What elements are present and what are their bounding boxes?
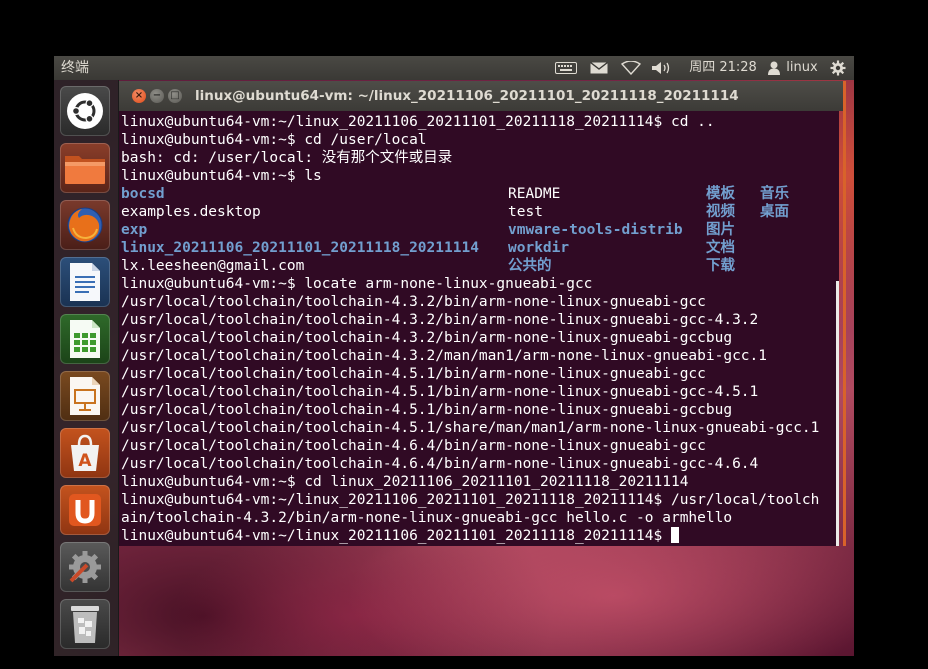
- terminal-line: /usr/local/toolchain/toolchain-4.6.4/bin…: [121, 456, 759, 472]
- terminal-line: /usr/local/toolchain/toolchain-4.3.2/bin…: [121, 312, 759, 328]
- scrollbar[interactable]: [836, 281, 839, 546]
- terminal-line: linux@ubuntu64-vm:~$ ls: [121, 168, 322, 184]
- ls-entry: vmware-tools-distrib: [508, 222, 683, 238]
- active-app-title: 终端: [61, 60, 89, 76]
- launcher-trash[interactable]: [60, 599, 110, 649]
- maximize-button[interactable]: □: [168, 89, 182, 103]
- ls-entry: 视频: [706, 204, 735, 220]
- calc-spreadsheet-icon: [70, 320, 100, 358]
- network-icon[interactable]: [620, 56, 642, 80]
- folder-icon: [65, 156, 105, 184]
- ls-entry: bocsd: [121, 186, 165, 202]
- close-icon: ×: [134, 90, 144, 101]
- terminal-line: /usr/local/toolchain/toolchain-4.3.2/bin…: [121, 330, 733, 346]
- window-titlebar[interactable]: × − □ linux@ubuntu64-vm: ~/linux_2021110…: [119, 81, 843, 111]
- svg-text:A: A: [78, 451, 92, 471]
- terminal-line: ain/toolchain-4.3.2/bin/arm-none-linux-g…: [121, 510, 733, 526]
- terminal-line: linux@ubuntu64-vm:~$ cd linux_20211106_2…: [121, 474, 689, 490]
- ls-entry: test: [508, 204, 543, 220]
- ls-entry: 音乐: [760, 186, 789, 202]
- minimize-button[interactable]: −: [150, 89, 164, 103]
- terminal-line: /usr/local/toolchain/toolchain-4.6.4/bin…: [121, 438, 706, 454]
- launcher-libreoffice-impress[interactable]: [60, 371, 110, 421]
- ls-entry: exp: [121, 222, 148, 238]
- top-panel: 终端 周四 21:28 linux: [54, 56, 854, 80]
- maximize-icon: □: [170, 90, 180, 101]
- terminal-line: /usr/local/toolchain/toolchain-4.3.2/man…: [121, 348, 768, 364]
- terminal-line: /usr/local/toolchain/toolchain-4.3.2/bin…: [121, 294, 706, 310]
- prompt-text: linux@ubuntu64-vm:~/linux_20211106_20211…: [121, 528, 671, 544]
- ls-entry: examples.desktop: [121, 204, 261, 220]
- ls-entry: 桌面: [760, 204, 789, 220]
- clock[interactable]: 周四 21:28: [685, 56, 761, 80]
- launcher-libreoffice-writer[interactable]: [60, 257, 110, 307]
- close-button[interactable]: ×: [132, 89, 146, 103]
- terminal-line: linux@ubuntu64-vm:~$ cd /user/local: [121, 132, 427, 148]
- ls-entry: 图片: [706, 222, 735, 238]
- ls-entry: README: [508, 186, 561, 202]
- terminal-line: linux@ubuntu64-vm:~$ locate arm-none-lin…: [121, 276, 593, 292]
- ls-entry: lx.leesheen@gmail.com: [121, 258, 305, 274]
- user-icon[interactable]: [766, 56, 782, 80]
- launcher-ubuntu-one[interactable]: [60, 485, 110, 535]
- terminal-line: /usr/local/toolchain/toolchain-4.5.1/bin…: [121, 384, 759, 400]
- window-title: linux@ubuntu64-vm: ~/linux_20211106_2021…: [195, 88, 739, 104]
- terminal-output[interactable]: linux@ubuntu64-vm:~/linux_20211106_20211…: [119, 111, 839, 546]
- impress-presentation-icon: [70, 377, 100, 415]
- ls-entry: 下载: [706, 258, 735, 274]
- text-cursor: [670, 527, 679, 543]
- launcher-libreoffice-calc[interactable]: [60, 314, 110, 364]
- terminal-line: bash: cd: /user/local: 没有那个文件或目录: [121, 150, 453, 166]
- launcher-system-settings[interactable]: [60, 542, 110, 592]
- terminal-line: linux@ubuntu64-vm:~/linux_20211106_20211…: [121, 114, 715, 130]
- launcher: A: [54, 80, 119, 656]
- volume-icon[interactable]: [651, 56, 673, 80]
- trash-icon: [71, 606, 99, 643]
- desktop: 终端 周四 21:28 linux A × − □ linux@ubuntu64…: [54, 56, 854, 656]
- keyboard-icon[interactable]: [554, 56, 578, 80]
- ubuntu-one-icon: [69, 494, 101, 526]
- firefox-icon: [67, 207, 103, 243]
- minimize-icon: −: [152, 90, 162, 101]
- dash-home-button[interactable]: [60, 86, 110, 136]
- ls-entry: 公共的: [508, 258, 552, 274]
- software-center-bag-icon: A: [71, 434, 99, 471]
- gear-icon[interactable]: [828, 56, 848, 80]
- launcher-firefox[interactable]: [60, 200, 110, 250]
- launcher-home-folder[interactable]: [60, 143, 110, 193]
- writer-document-icon: [70, 263, 100, 301]
- terminal-line: /usr/local/toolchain/toolchain-4.5.1/bin…: [121, 366, 706, 382]
- terminal-window[interactable]: × − □ linux@ubuntu64-vm: ~/linux_2021110…: [119, 81, 846, 546]
- settings-wrench-icon: [69, 551, 101, 583]
- ls-entry: linux_20211106_20211101_20211118_2021111…: [121, 240, 479, 256]
- ls-entry: 模板: [706, 186, 735, 202]
- terminal-line: linux@ubuntu64-vm:~/linux_20211106_20211…: [121, 492, 820, 508]
- ubuntu-logo-icon: [67, 93, 103, 129]
- mail-icon[interactable]: [589, 56, 609, 80]
- launcher-software-center[interactable]: A: [60, 428, 110, 478]
- terminal-line: /usr/local/toolchain/toolchain-4.5.1/bin…: [121, 402, 733, 418]
- user-menu[interactable]: linux: [784, 56, 820, 80]
- terminal-line: /usr/local/toolchain/toolchain-4.5.1/sha…: [121, 420, 820, 436]
- terminal-prompt-line: linux@ubuntu64-vm:~/linux_20211106_20211…: [121, 527, 679, 545]
- ls-entry: 文档: [706, 240, 735, 256]
- ls-entry: workdir: [508, 240, 570, 256]
